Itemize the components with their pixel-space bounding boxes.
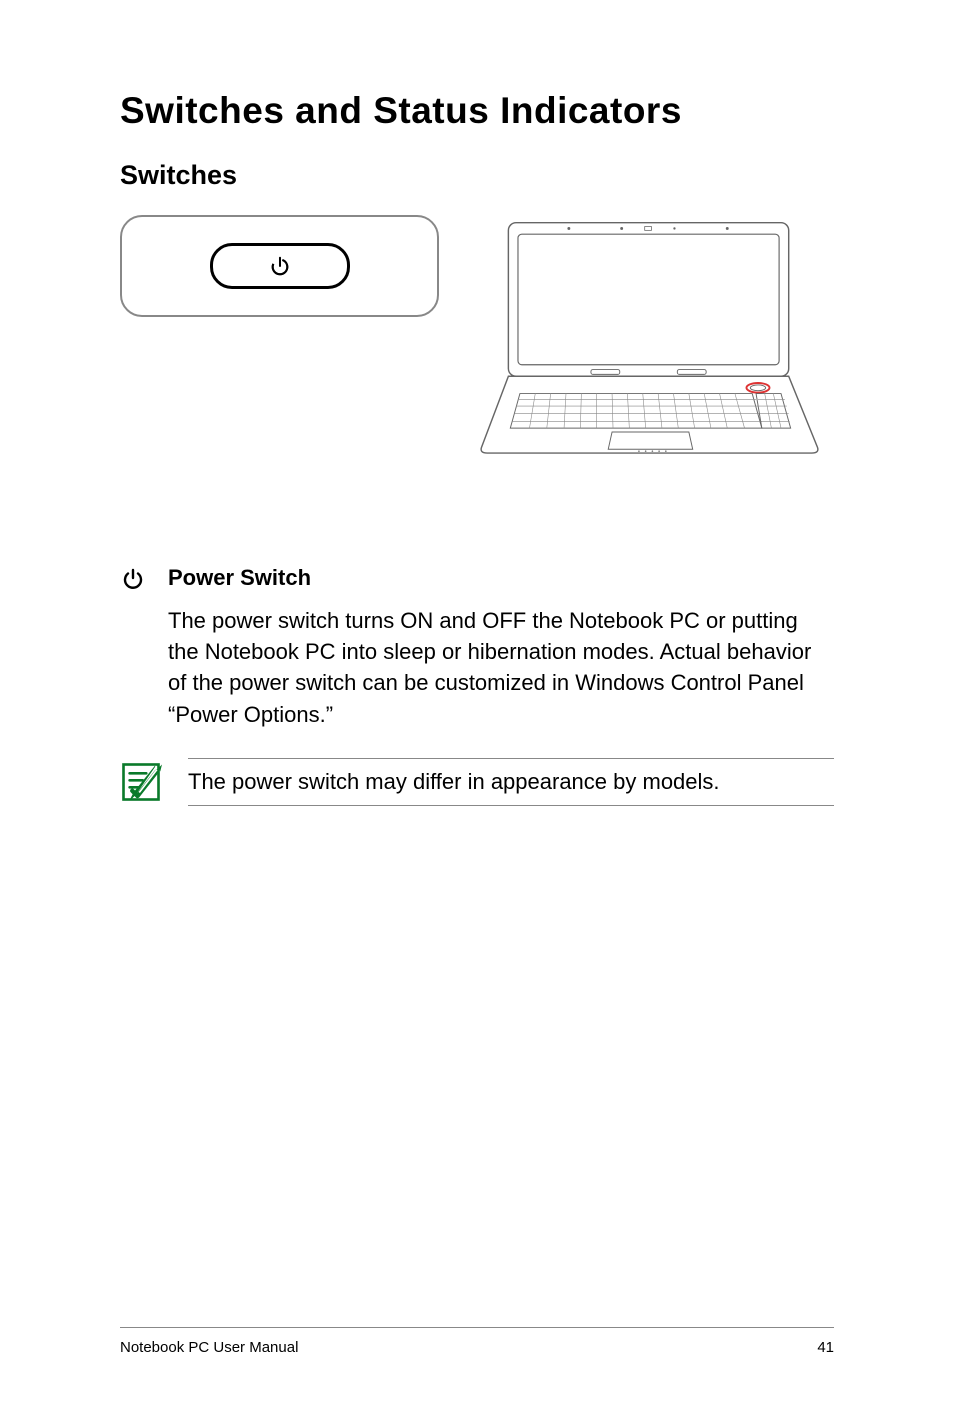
footer-left: Notebook PC User Manual	[120, 1339, 298, 1356]
note-icon	[120, 761, 162, 803]
switch-diagram-outer	[120, 215, 439, 317]
page-title: Switches and Status Indicators	[120, 90, 834, 132]
power-switch-subsection: Power Switch	[120, 565, 834, 591]
laptop-diagram	[467, 215, 834, 455]
power-switch-description: The power switch turns ON and OFF the No…	[168, 605, 824, 730]
footer-divider	[120, 1327, 834, 1328]
diagram-row	[120, 215, 834, 455]
note-row: The power switch may differ in appearanc…	[120, 758, 834, 806]
page-number: 41	[817, 1339, 834, 1356]
section-heading-switches: Switches	[120, 160, 834, 191]
power-icon	[120, 565, 146, 591]
note-text: The power switch may differ in appearanc…	[188, 758, 834, 806]
switch-diagram-inner	[210, 243, 350, 289]
power-switch-title: Power Switch	[168, 565, 311, 591]
power-icon	[269, 255, 291, 277]
